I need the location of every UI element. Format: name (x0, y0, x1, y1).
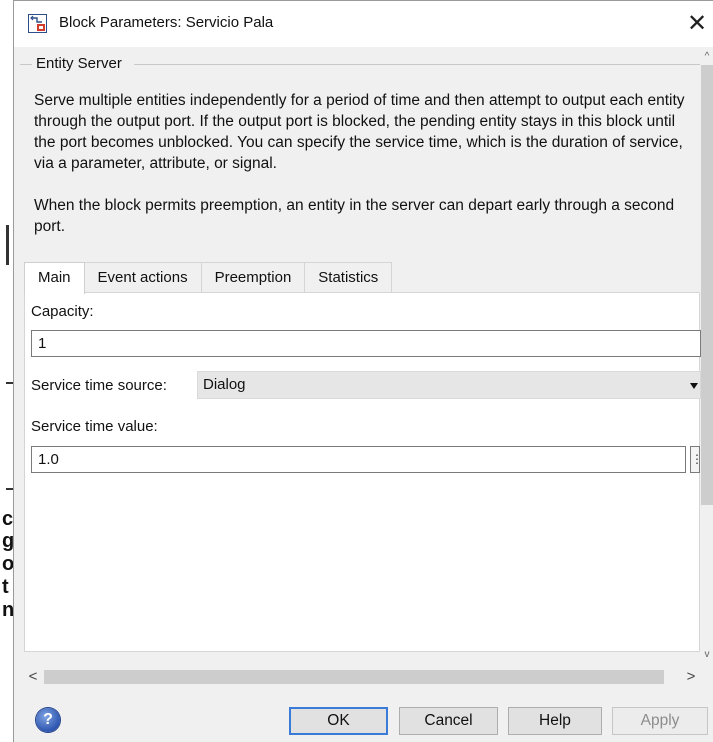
vertical-scroll-thumb[interactable] (701, 65, 713, 505)
title-bar[interactable]: Block Parameters: Servicio Pala ✕ (14, 1, 713, 47)
background-app-edge: c g o t n (0, 0, 14, 742)
group-border (134, 64, 700, 65)
parameter-options-button[interactable]: ⋮ (690, 446, 703, 473)
description-group: Entity Server Serve multiple entities in… (14, 47, 700, 247)
horizontal-scroll-thumb[interactable] (44, 670, 664, 684)
more-options-icon: ⋮ (691, 452, 703, 466)
scroll-left-arrow[interactable]: < (24, 667, 42, 687)
group-title: Entity Server (34, 55, 124, 72)
tab-event-actions[interactable]: Event actions (83, 262, 202, 293)
chevron-down-icon: v (704, 649, 710, 660)
main-tab-panel: Capacity: 1 Service time source: Dialog … (24, 292, 703, 652)
vertical-scrollbar[interactable]: ^ v (700, 47, 713, 687)
chevron-left-icon: < (28, 668, 38, 685)
tab-bar: Main Event actions Preemption Statistics (24, 262, 393, 294)
help-button[interactable]: Help (508, 707, 602, 735)
chevron-up-icon: ^ (704, 51, 710, 62)
simulink-block-icon (28, 14, 47, 33)
service-time-source-value: Dialog (203, 376, 246, 393)
background-mark (6, 225, 9, 265)
horizontal-scrollbar[interactable]: < > (24, 667, 700, 687)
close-icon: ✕ (686, 10, 708, 37)
background-glyph: c (2, 508, 14, 530)
group-border (20, 64, 32, 65)
apply-button[interactable]: Apply (612, 707, 708, 735)
capacity-label: Capacity: (31, 303, 94, 320)
window-title: Block Parameters: Servicio Pala (59, 14, 274, 31)
cancel-button[interactable]: Cancel (399, 707, 498, 735)
capacity-input[interactable]: 1 (31, 330, 701, 357)
block-parameters-dialog: Block Parameters: Servicio Pala ✕ Entity… (13, 0, 713, 742)
help-icon[interactable]: ? (36, 708, 60, 732)
scroll-up-arrow[interactable]: ^ (700, 49, 713, 65)
tab-statistics[interactable]: Statistics (304, 262, 393, 293)
scroll-right-arrow[interactable]: > (682, 667, 700, 687)
service-time-source-select[interactable]: Dialog (197, 371, 701, 399)
block-description: Serve multiple entities independently fo… (34, 92, 685, 235)
ok-button[interactable]: OK (289, 707, 388, 735)
service-time-value-input[interactable]: 1.0 (31, 446, 686, 473)
service-time-source-label: Service time source: (31, 377, 167, 394)
close-button[interactable]: ✕ (682, 9, 712, 39)
tab-preemption[interactable]: Preemption (200, 262, 306, 293)
background-glyph: t (2, 576, 9, 598)
scroll-down-arrow[interactable]: v (700, 647, 713, 663)
tab-main[interactable]: Main (24, 262, 85, 294)
chevron-right-icon: > (686, 668, 696, 685)
service-time-value-label: Service time value: (31, 418, 158, 435)
dropdown-arrow-icon (690, 383, 698, 389)
